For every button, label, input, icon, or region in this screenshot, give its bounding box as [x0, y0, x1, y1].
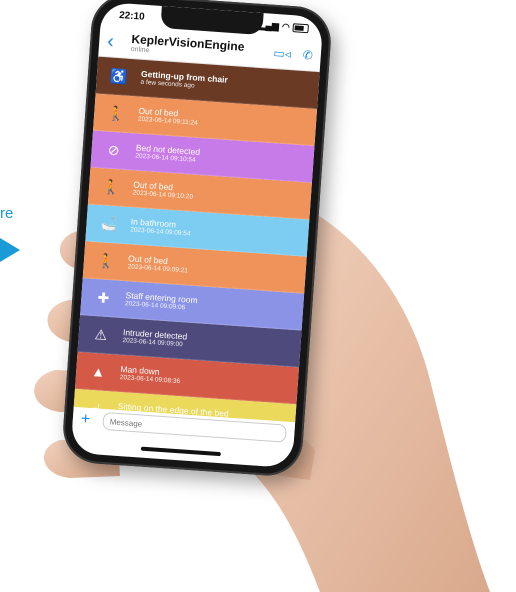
phone-screen: 22:10 ▂▄▆ ◠ ‹ KeplerVisionEngine online … [70, 1, 324, 469]
chat-title-block[interactable]: KeplerVisionEngine online [131, 32, 275, 64]
event-text: Out of bed 2023-06-14 09:10:20 [132, 179, 194, 201]
status-icons: ▂▄▆ ◠ [258, 19, 310, 33]
arrow-right-icon [0, 238, 20, 262]
medical-cross-icon: ✚ [97, 288, 110, 306]
battery-icon [292, 22, 310, 33]
event-text: Intruder detected 2023-06-14 09:09:00 [122, 327, 187, 349]
bathtub-icon: 🛁 [99, 214, 118, 232]
walking-person-icon: 🚶 [107, 103, 126, 122]
walking-person-icon: 🚶 [96, 251, 116, 269]
phone-call-icon[interactable]: ✆ [302, 48, 313, 63]
side-caption: re [0, 205, 14, 222]
wifi-icon: ◠ [281, 20, 291, 32]
event-text: Bed not detected 2023-06-14 09:10:54 [135, 143, 200, 165]
event-text: Man down 2023-06-14 09:08:36 [120, 364, 181, 386]
back-chevron-icon[interactable]: ‹ [107, 30, 122, 52]
event-text: Out of bed 2023-06-14 09:09:21 [127, 253, 188, 275]
event-list: ♿ Getting-up from chair a few seconds ago 🚶… [72, 56, 320, 442]
home-indicator [140, 446, 221, 457]
event-text: Staff entering room 2023-06-14 09:09:06 [125, 290, 198, 313]
add-attachment-icon[interactable]: + [80, 410, 97, 429]
video-call-icon[interactable]: ▭◃ [273, 46, 291, 61]
status-time: 22:10 [118, 9, 146, 23]
intruder-icon: ⚠ [94, 325, 108, 343]
walking-person-icon: 🚶 [101, 177, 121, 195]
event-text: Getting-up from chair a few seconds ago [140, 69, 228, 93]
event-text: Out of bed 2023-06-14 09:11:24 [138, 106, 199, 128]
phone: 22:10 ▂▄▆ ◠ ‹ KeplerVisionEngine online … [60, 0, 334, 478]
wheelchair-icon: ♿ [109, 67, 129, 85]
camera-off-icon: ⊘ [107, 141, 121, 158]
event-text: In bathroom 2023-06-14 09:09:54 [130, 216, 191, 238]
call-actions: ▭◃ ✆ [273, 46, 313, 63]
warning-icon: ▲ [90, 362, 106, 380]
